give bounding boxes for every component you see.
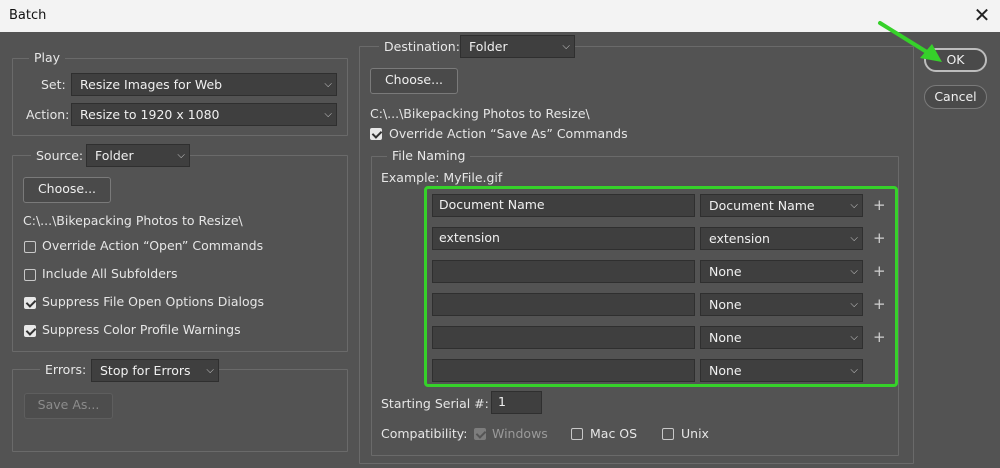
action-select[interactable]: Resize to 1920 x 1080 ⌵ (71, 103, 337, 126)
set-select[interactable]: Resize Images for Web ⌵ (71, 73, 337, 96)
source-label: Source: (31, 148, 89, 163)
action-select-value: Resize to 1920 x 1080 (80, 107, 220, 122)
naming-text-field[interactable]: extension (432, 227, 695, 250)
override-save-as-checkbox[interactable] (370, 128, 382, 140)
compat-unix-checkbox[interactable] (662, 428, 674, 440)
naming-text-field[interactable] (432, 293, 695, 316)
set-select-value: Resize Images for Web (80, 77, 223, 92)
naming-select-value: None (709, 297, 742, 312)
chevron-down-icon: ⌵ (850, 266, 858, 277)
override-open-checkbox[interactable] (24, 241, 36, 253)
compat-windows-label: Windows (492, 426, 548, 441)
naming-select[interactable]: Document Name ⌵ (700, 194, 863, 217)
chevron-down-icon: ⌵ (324, 109, 332, 120)
naming-text-field[interactable]: Document Name (432, 194, 695, 217)
window-title: Batch (9, 8, 47, 23)
chevron-down-icon: ⌵ (850, 200, 858, 211)
naming-select[interactable]: None ⌵ (700, 359, 863, 382)
save-as-button[interactable]: Save As... (24, 393, 113, 419)
override-open-label: Override Action “Open” Commands (42, 238, 264, 253)
include-subfolders-label: Include All Subfolders (42, 266, 178, 281)
naming-select-value: None (709, 264, 742, 279)
file-naming-legend: File Naming (387, 148, 471, 163)
override-save-as-label: Override Action “Save As” Commands (389, 126, 628, 141)
title-bar: Batch ✕ (0, 0, 1000, 32)
serial-input[interactable]: 1 (491, 391, 542, 414)
naming-select[interactable]: None ⌵ (700, 293, 863, 316)
suppress-open-options-checkbox[interactable] (24, 297, 36, 309)
suppress-color-warnings-label: Suppress Color Profile Warnings (42, 322, 241, 337)
source-select[interactable]: Folder ⌵ (86, 144, 190, 167)
chevron-down-icon: ⌵ (850, 332, 858, 343)
chevron-down-icon: ⌵ (850, 365, 858, 376)
compat-unix-label: Unix (681, 426, 709, 441)
source-path: C:\...\Bikepacking Photos to Resize\ (23, 213, 243, 228)
chevron-down-icon: ⌵ (850, 299, 858, 310)
add-row-plus-icon[interactable]: + (873, 330, 886, 345)
chevron-down-icon: ⌵ (324, 79, 332, 90)
naming-text-field[interactable] (432, 359, 695, 382)
serial-label: Starting Serial #: (381, 396, 489, 411)
destination-label: Destination: (379, 39, 465, 54)
compat-macos-label: Mac OS (590, 426, 638, 441)
add-row-plus-icon[interactable]: + (873, 297, 886, 312)
suppress-color-warnings-checkbox[interactable] (24, 325, 36, 337)
destination-select[interactable]: Folder ⌵ (460, 35, 575, 58)
destination-path: C:\...\Bikepacking Photos to Resize\ (370, 106, 590, 121)
destination-select-value: Folder (469, 39, 508, 54)
compat-macos-checkbox[interactable] (571, 428, 583, 440)
chevron-down-icon: ⌵ (850, 233, 858, 244)
naming-select-value: Document Name (709, 198, 815, 213)
compat-windows-checkbox[interactable] (474, 428, 486, 440)
chevron-down-icon: ⌵ (206, 365, 214, 376)
naming-text-field[interactable] (432, 260, 695, 283)
naming-select-value: extension (709, 231, 770, 246)
add-row-plus-icon[interactable]: + (873, 231, 886, 246)
naming-select-value: None (709, 363, 742, 378)
destination-choose-button[interactable]: Choose... (370, 68, 458, 94)
play-legend: Play (29, 50, 66, 65)
errors-select[interactable]: Stop for Errors ⌵ (91, 359, 219, 382)
file-naming-example: Example: MyFile.gif (381, 170, 503, 185)
add-row-plus-icon[interactable]: + (873, 198, 886, 213)
naming-select-value: None (709, 330, 742, 345)
source-choose-button[interactable]: Choose... (23, 177, 111, 203)
chevron-down-icon: ⌵ (562, 41, 570, 52)
include-subfolders-checkbox[interactable] (24, 269, 36, 281)
errors-label: Errors: (40, 362, 92, 377)
naming-select[interactable]: extension ⌵ (700, 227, 863, 250)
chevron-down-icon: ⌵ (177, 150, 185, 161)
suppress-open-options-label: Suppress File Open Options Dialogs (42, 294, 265, 309)
errors-select-value: Stop for Errors (100, 363, 191, 378)
naming-text-field[interactable] (432, 326, 695, 349)
cancel-button[interactable]: Cancel (924, 85, 987, 109)
naming-select[interactable]: None ⌵ (700, 326, 863, 349)
naming-select[interactable]: None ⌵ (700, 260, 863, 283)
annotation-arrow-icon (878, 21, 942, 62)
add-row-plus-icon[interactable]: + (873, 264, 886, 279)
source-select-value: Folder (95, 148, 134, 163)
set-label: Set: (41, 77, 66, 92)
compat-label: Compatibility: (381, 426, 468, 441)
action-label: Action: (26, 107, 70, 122)
close-icon[interactable]: ✕ (970, 3, 994, 27)
